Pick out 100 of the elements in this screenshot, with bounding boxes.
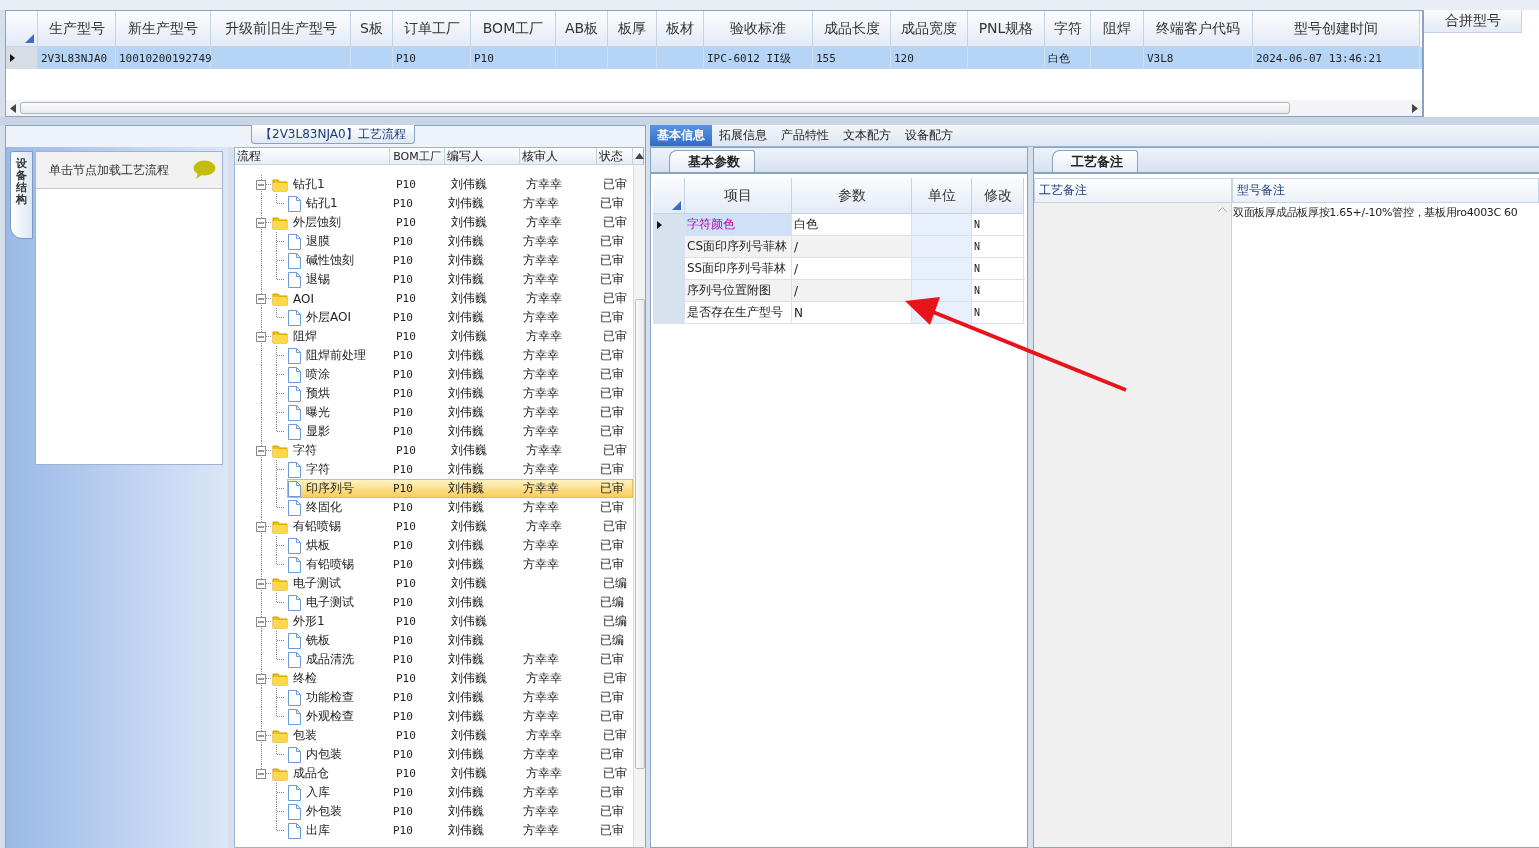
scrollbar-thumb[interactable] (20, 102, 1290, 114)
column-header[interactable]: 工艺备注 (1034, 178, 1232, 203)
collapse-icon[interactable] (256, 293, 266, 304)
tree-row[interactable]: AOI P10 刘伟巍 方幸幸 已审 (271, 289, 635, 308)
tree-row[interactable]: 字符 P10 刘伟巍 方幸幸 已审 (287, 460, 633, 479)
tab[interactable]: 拓展信息 (712, 125, 774, 146)
collapse-icon[interactable] (256, 673, 266, 684)
tree-row[interactable]: 外层蚀刻 P10 刘伟巍 方幸幸 已审 (271, 213, 635, 232)
column-header[interactable]: 单位 (912, 178, 972, 214)
collapse-icon[interactable] (256, 578, 266, 589)
tree-row[interactable]: 外形1 P10 刘伟巍 已编 (271, 612, 635, 631)
collapse-icon[interactable] (256, 217, 266, 228)
column-header[interactable]: 项目 (685, 178, 792, 214)
column-header[interactable]: 成品宽度 (891, 11, 968, 47)
tree-row[interactable]: 印序列号 P10 刘伟巍 方幸幸 已审 (287, 479, 633, 498)
column-header[interactable]: BOM工厂 (471, 11, 556, 47)
table-row[interactable]: 序列号位置附图 / N (653, 280, 1025, 302)
column-header[interactable]: 阻焊 (1091, 11, 1144, 47)
tree-row[interactable]: 出库 P10 刘伟巍 方幸幸 已审 (287, 821, 633, 840)
table-cell: 序列号位置附图 (687, 282, 771, 299)
collapse-icon[interactable] (256, 521, 266, 532)
tree-row[interactable]: 成品仓 P10 刘伟巍 方幸幸 已审 (271, 764, 635, 783)
tree-row[interactable]: 终检 P10 刘伟巍 方幸幸 已审 (271, 669, 635, 688)
column-header[interactable]: 修改 (972, 178, 1024, 214)
scroll-up-icon[interactable] (635, 153, 644, 159)
column-header[interactable]: 流程 (235, 148, 390, 164)
tree-row[interactable]: 钻孔1 P10 刘伟巍 方幸幸 已审 (271, 175, 635, 194)
column-header[interactable]: 生产型号 (38, 11, 116, 47)
column-header[interactable]: BOM工厂 (390, 148, 445, 164)
table-cell-text: 方幸幸 (522, 689, 560, 706)
tree-row[interactable]: 电子测试 P10 刘伟巍 已编 (271, 574, 635, 593)
tree-row[interactable]: 阻焊前处理 P10 刘伟巍 方幸幸 已审 (287, 346, 633, 365)
column-header[interactable]: PNL规格 (968, 11, 1045, 47)
table-cell-text: 已审 (599, 651, 625, 668)
collapse-icon[interactable] (256, 730, 266, 741)
tree-row[interactable]: 外包装 P10 刘伟巍 方幸幸 已审 (287, 802, 633, 821)
tab[interactable]: 产品特性 (774, 125, 836, 146)
column-header[interactable]: 核审人 (520, 148, 597, 164)
table-row[interactable]: CS面印序列号菲林 / N (653, 236, 1025, 258)
tree-row[interactable]: 有铅喷锡 P10 刘伟巍 方幸幸 已审 (287, 555, 633, 574)
collapse-icon[interactable] (256, 179, 266, 190)
collapse-icon[interactable] (256, 445, 266, 456)
tree-row[interactable]: 包装 P10 刘伟巍 方幸幸 已审 (271, 726, 635, 745)
column-header[interactable]: 板材 (657, 11, 704, 47)
table-cell-text: 已审 (602, 727, 628, 744)
scroll-right-icon[interactable] (1412, 103, 1418, 113)
side-tab[interactable]: 设备结构 (10, 151, 33, 239)
column-header[interactable]: 终端客户代码 (1144, 11, 1253, 47)
table-row[interactable]: 2V3L83NJA0 10010200192749 P10 P10 IPC-6012 II级 155 120 白色 V3L8 2024-06-07 13:46:21 (6, 47, 1422, 69)
column-header[interactable]: 成品长度 (813, 11, 891, 47)
column-header[interactable]: 验收标准 (704, 11, 813, 47)
column-header[interactable]: 板厚 (608, 11, 657, 47)
tab[interactable]: 基本信息 (650, 125, 712, 146)
column-header[interactable]: 合拼型号 (1424, 10, 1522, 33)
tree-row[interactable]: 烘板 P10 刘伟巍 方幸幸 已审 (287, 536, 633, 555)
collapse-icon[interactable] (256, 616, 266, 627)
tree-row[interactable]: 字符 P10 刘伟巍 方幸幸 已审 (271, 441, 635, 460)
tree-row[interactable]: 阻焊 P10 刘伟巍 方幸幸 已审 (271, 327, 635, 346)
panel-tab[interactable]: 工艺备注 (1052, 150, 1138, 172)
column-header[interactable]: 编写人 (445, 148, 520, 164)
tree-row[interactable]: 外观检查 P10 刘伟巍 方幸幸 已审 (287, 707, 633, 726)
tree-row[interactable]: 喷涂 P10 刘伟巍 方幸幸 已审 (287, 365, 633, 384)
tab[interactable]: 设备配方 (898, 125, 960, 146)
column-header[interactable]: 型号备注 (1232, 178, 1539, 203)
tree-row[interactable]: 有铅喷锡 P10 刘伟巍 方幸幸 已审 (271, 517, 635, 536)
column-header[interactable]: AB板 (556, 11, 608, 47)
table-row[interactable]: 字符颜色 白色 N (653, 214, 1025, 236)
tree-row[interactable]: 碱性蚀刻 P10 刘伟巍 方幸幸 已审 (287, 251, 633, 270)
scroll-left-icon[interactable] (10, 103, 16, 113)
table-cell: P10 (474, 51, 494, 65)
tree-row[interactable]: 曝光 P10 刘伟巍 方幸幸 已审 (287, 403, 633, 422)
tree-row[interactable]: 退膜 P10 刘伟巍 方幸幸 已审 (287, 232, 633, 251)
tree-row[interactable]: 钻孔1 P10 刘伟巍 方幸幸 已审 (287, 194, 633, 213)
column-header[interactable]: 新生产型号 (116, 11, 211, 47)
table-row[interactable]: 是否存在生产型号 N N (653, 302, 1025, 324)
column-header[interactable]: S板 (351, 11, 393, 47)
collapse-icon[interactable] (256, 768, 266, 779)
tree-row[interactable]: 显影 P10 刘伟巍 方幸幸 已审 (287, 422, 633, 441)
table-row[interactable]: SS面印序列号菲林 / N (653, 258, 1025, 280)
scrollbar-thumb[interactable] (634, 299, 645, 769)
table-cell-text: 刘伟巍 (450, 290, 488, 307)
tree-row[interactable]: 铣板 P10 刘伟巍 已编 (287, 631, 633, 650)
column-header[interactable]: 升级前旧生产型号 (211, 11, 351, 47)
tree-row[interactable]: 外层AOI P10 刘伟巍 方幸幸 已审 (287, 308, 633, 327)
tree-row[interactable]: 成品清洗 P10 刘伟巍 方幸幸 已审 (287, 650, 633, 669)
tree-row[interactable]: 内包装 P10 刘伟巍 方幸幸 已审 (287, 745, 633, 764)
column-header[interactable]: 字符 (1045, 11, 1091, 47)
column-header[interactable]: 订单工厂 (393, 11, 471, 47)
column-header[interactable]: 状态 (597, 148, 633, 164)
tree-row[interactable]: 入库 P10 刘伟巍 方幸幸 已审 (287, 783, 633, 802)
column-header[interactable]: 型号创建时间 (1253, 11, 1420, 47)
tree-row[interactable]: 退锡 P10 刘伟巍 方幸幸 已审 (287, 270, 633, 289)
tree-row[interactable]: 功能检查 P10 刘伟巍 方幸幸 已审 (287, 688, 633, 707)
tab[interactable]: 文本配方 (836, 125, 898, 146)
tree-row[interactable]: 电子测试 P10 刘伟巍 已编 (287, 593, 633, 612)
panel-tab[interactable]: 基本参数 (669, 150, 755, 172)
tree-row[interactable]: 预烘 P10 刘伟巍 方幸幸 已审 (287, 384, 633, 403)
collapse-icon[interactable] (256, 331, 266, 342)
column-header[interactable]: 参数 (792, 178, 912, 214)
tree-row[interactable]: 终固化 P10 刘伟巍 方幸幸 已审 (287, 498, 633, 517)
